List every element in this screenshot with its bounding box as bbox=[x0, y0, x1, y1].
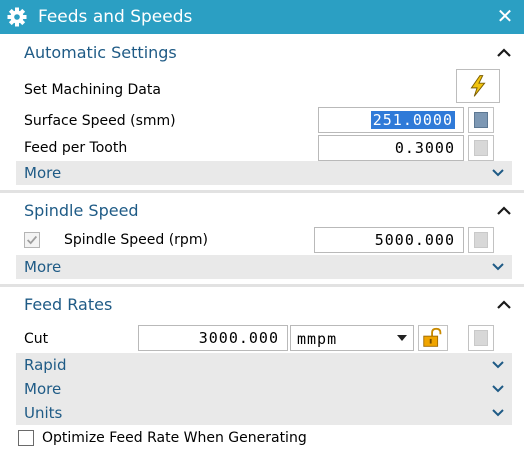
calculator-icon bbox=[474, 140, 488, 156]
feed-per-tooth-input[interactable]: 0.3000 bbox=[318, 135, 464, 161]
automatic-settings-header[interactable]: Automatic Settings bbox=[0, 36, 524, 70]
feed-per-tooth-calc-button[interactable] bbox=[468, 135, 494, 161]
more-label: More bbox=[24, 380, 62, 398]
feed-rates-label: Feed Rates bbox=[24, 295, 113, 314]
optimize-feed-rate-checkbox[interactable] bbox=[18, 430, 34, 446]
spindle-speed-label: Spindle Speed (rpm) bbox=[64, 232, 208, 248]
more-label: More bbox=[24, 164, 62, 182]
set-machining-data-label: Set Machining Data bbox=[24, 82, 161, 98]
chevron-down-icon bbox=[492, 385, 504, 393]
cut-calc-button[interactable] bbox=[468, 325, 494, 351]
chevron-down-icon bbox=[492, 409, 504, 417]
chevron-down-icon bbox=[492, 169, 504, 177]
cut-feed-input[interactable]: 3000.000 bbox=[138, 325, 288, 351]
surface-speed-value: 251.0000 bbox=[370, 111, 455, 129]
window-title: Feeds and Speeds bbox=[38, 7, 193, 27]
calculator-button[interactable] bbox=[468, 107, 494, 133]
cut-unit-dropdown[interactable]: mmpm bbox=[290, 325, 414, 351]
spindle-speed-checkbox[interactable] bbox=[24, 232, 40, 248]
spindle-speed-section-label: Spindle Speed bbox=[24, 201, 139, 220]
section-divider bbox=[0, 284, 524, 287]
dropdown-arrow-icon bbox=[397, 335, 407, 341]
calculator-icon bbox=[474, 112, 488, 128]
lightning-icon bbox=[470, 75, 486, 97]
chevron-up-icon[interactable] bbox=[494, 294, 514, 316]
chevron-down-icon bbox=[492, 263, 504, 271]
units-label: Units bbox=[24, 404, 63, 422]
feed-more-bar[interactable]: More bbox=[16, 377, 512, 401]
calculator-icon bbox=[474, 232, 488, 248]
title-bar: Feeds and Speeds ✕ bbox=[0, 0, 524, 34]
gear-icon bbox=[7, 7, 27, 27]
checkmark-icon bbox=[27, 235, 38, 245]
surface-speed-label: Surface Speed (smm) bbox=[24, 113, 176, 129]
feed-per-tooth-label: Feed per Tooth bbox=[24, 140, 128, 156]
spindle-more-bar[interactable]: More bbox=[16, 255, 512, 279]
close-icon[interactable]: ✕ bbox=[494, 4, 516, 28]
lock-button[interactable] bbox=[418, 325, 448, 351]
calculator-icon bbox=[474, 330, 488, 346]
automatic-more-bar[interactable]: More bbox=[16, 161, 512, 185]
rapid-bar[interactable]: Rapid bbox=[16, 353, 512, 377]
lock-open-icon bbox=[423, 327, 442, 347]
section-divider bbox=[0, 190, 524, 193]
spindle-speed-header[interactable]: Spindle Speed bbox=[0, 194, 524, 228]
cut-label: Cut bbox=[24, 331, 49, 347]
chevron-down-icon bbox=[492, 361, 504, 369]
set-machining-data-button[interactable] bbox=[456, 69, 500, 103]
feed-rates-header[interactable]: Feed Rates bbox=[0, 288, 524, 322]
spindle-calc-button[interactable] bbox=[468, 227, 494, 253]
spindle-speed-input[interactable]: 5000.000 bbox=[314, 227, 464, 253]
cut-unit-value: mmpm bbox=[297, 330, 338, 348]
units-bar[interactable]: Units bbox=[16, 401, 512, 425]
surface-speed-input[interactable]: 251.0000 bbox=[318, 107, 464, 133]
chevron-up-icon[interactable] bbox=[494, 200, 514, 222]
chevron-up-icon[interactable] bbox=[494, 42, 514, 64]
automatic-settings-label: Automatic Settings bbox=[24, 43, 177, 62]
rapid-label: Rapid bbox=[24, 356, 67, 374]
more-label: More bbox=[24, 258, 62, 276]
optimize-feed-rate-label: Optimize Feed Rate When Generating bbox=[42, 430, 307, 446]
